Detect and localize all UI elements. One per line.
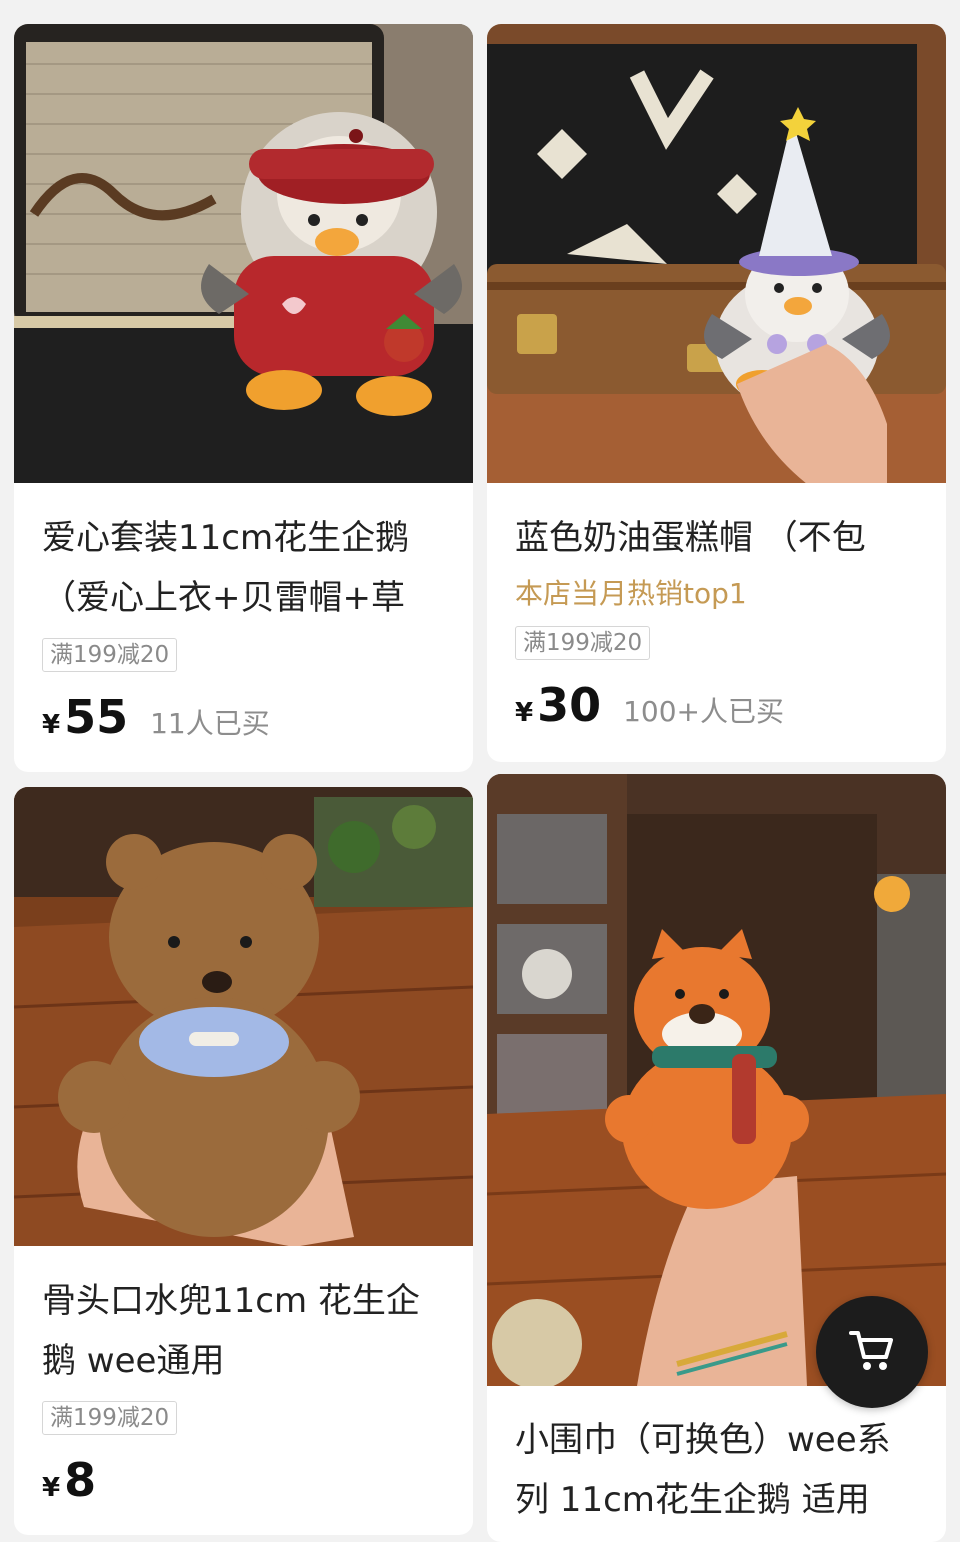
product-title-line-1: 爱心套装11cm花生企鹅 xyxy=(42,518,410,558)
currency-symbol: ¥ xyxy=(515,698,534,728)
product-card-4[interactable]: 小围巾（可换色）wee系 列 11cm花生企鹅 适用 xyxy=(487,774,946,1542)
shopping-cart-icon xyxy=(845,1323,899,1381)
price: 55 xyxy=(64,690,129,744)
currency-symbol: ¥ xyxy=(42,710,61,740)
product-image[interactable] xyxy=(14,787,473,1246)
coupon-badge: 满199减20 xyxy=(42,1401,178,1435)
product-title-line-1: 小围巾（可换色）wee系 xyxy=(515,1420,891,1460)
floating-cart-button[interactable] xyxy=(816,1296,928,1408)
product-card-1[interactable]: 爱心套装11cm花生企鹅 （爱心上衣+贝雷帽+草 满199减20 ¥55 11人已… xyxy=(14,24,473,772)
price: 30 xyxy=(537,678,602,732)
coupon-badge: 满199减20 xyxy=(515,626,651,660)
product-title-line-2: 鹅 wee通用 xyxy=(42,1341,225,1381)
product-card-2[interactable]: 蓝色奶油蛋糕帽 （不包 本店当月热销top1 满199减20 ¥30 100+人已… xyxy=(487,24,946,762)
product-image[interactable] xyxy=(14,24,473,483)
product-image[interactable] xyxy=(487,24,946,483)
product-title-line-2: 列 11cm花生企鹅 适用 xyxy=(515,1480,870,1520)
price-row: ¥30 100+人已买 xyxy=(515,678,784,732)
price-row: ¥8 xyxy=(42,1453,96,1507)
product-title-line-2: （爱心上衣+贝雷帽+草 xyxy=(42,578,405,618)
product-image[interactable] xyxy=(487,774,946,1386)
product-title-line-1: 蓝色奶油蛋糕帽 （不包 xyxy=(515,518,866,558)
product-card-3[interactable]: 骨头口水兜11cm 花生企 鹅 wee通用 满199减20 ¥8 xyxy=(14,787,473,1535)
price: 8 xyxy=(64,1453,97,1507)
product-title-line-1: 骨头口水兜11cm 花生企 xyxy=(42,1281,420,1321)
price-row: ¥55 11人已买 xyxy=(42,690,270,744)
coupon-badge: 满199减20 xyxy=(42,638,178,672)
sold-count: 11人已买 xyxy=(150,707,270,740)
hot-sale-tag: 本店当月热销top1 xyxy=(515,577,747,610)
currency-symbol: ¥ xyxy=(42,1473,61,1503)
sold-count: 100+人已买 xyxy=(623,695,785,728)
